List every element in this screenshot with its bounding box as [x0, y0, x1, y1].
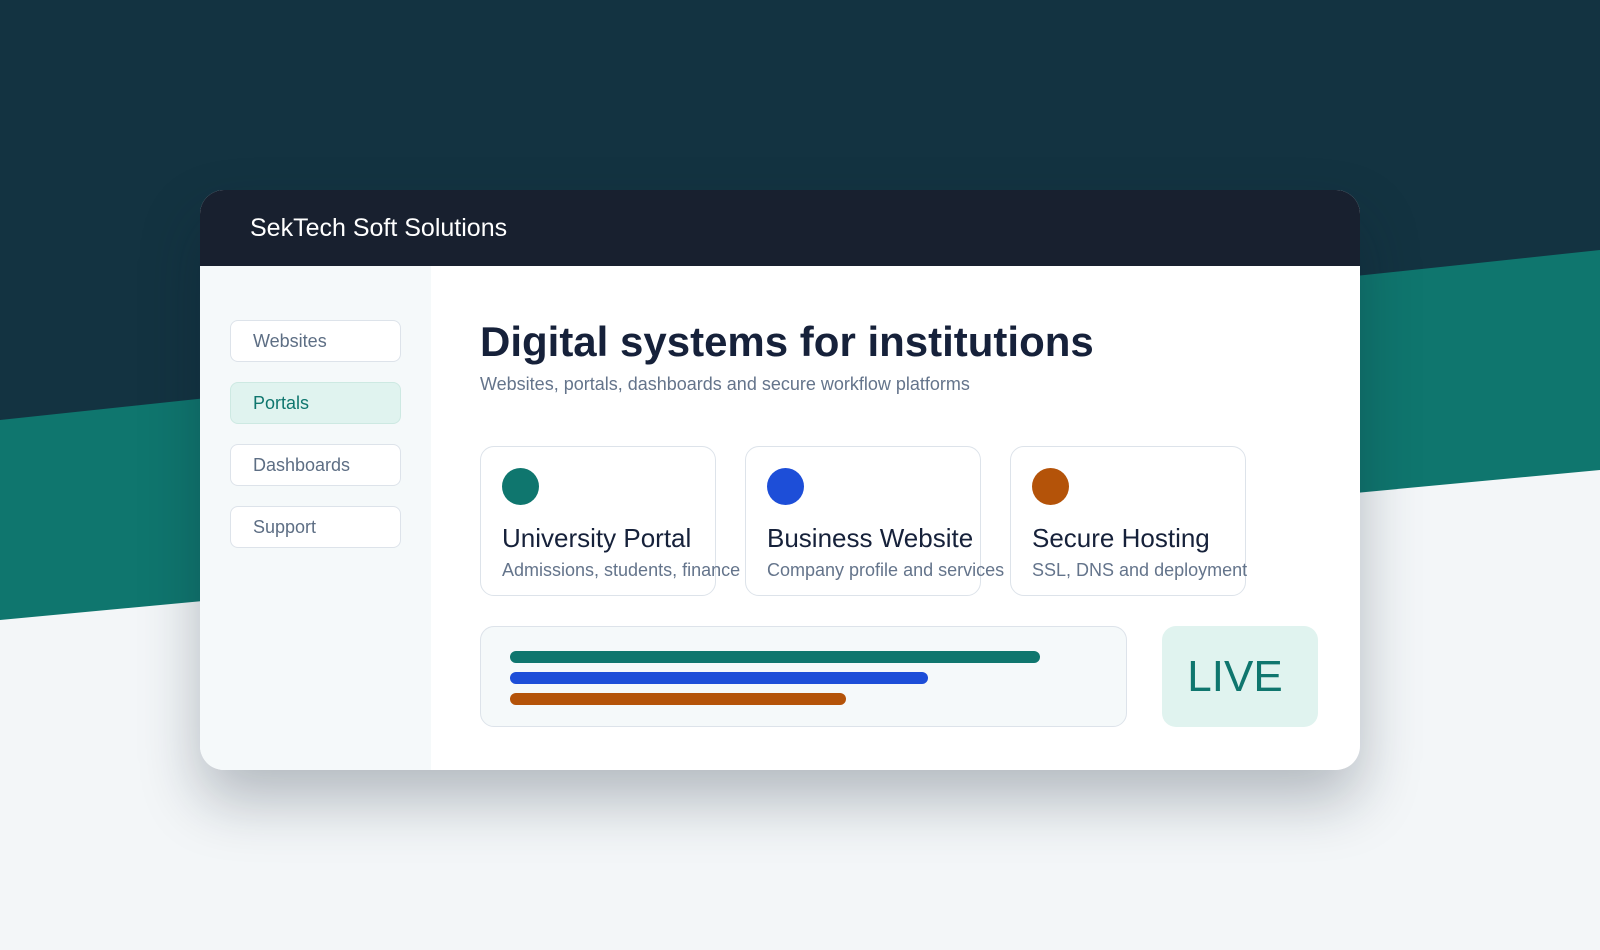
sidebar-item-label: Dashboards	[253, 454, 351, 475]
card-description: Company profile and services	[767, 560, 1005, 580]
page-subtitle: Websites, portals, dashboards and secure…	[480, 374, 970, 394]
progress-bar-orange	[510, 693, 846, 705]
progress-bar-teal	[510, 651, 1040, 663]
card-university-portal[interactable]: University Portal Admissions, students, …	[480, 446, 740, 596]
progress-panel	[480, 626, 1127, 727]
card-description: SSL, DNS and deployment	[1032, 560, 1248, 580]
card-description: Admissions, students, finance	[502, 560, 741, 580]
live-badge: LIVE	[1162, 626, 1318, 727]
teal-dot-icon	[502, 468, 539, 505]
sidebar-item-portals[interactable]: Portals	[230, 382, 401, 424]
card-business-website[interactable]: Business Website Company profile and ser…	[745, 446, 1004, 596]
sidebar-item-support[interactable]: Support	[230, 506, 401, 548]
app-window: SekTech Soft Solutions Websites Portals …	[200, 190, 1360, 770]
sidebar: Websites Portals Dashboards Support	[200, 266, 431, 770]
title-bar: SekTech Soft Solutions	[200, 190, 1360, 266]
orange-dot-icon	[1032, 468, 1069, 505]
sidebar-item-label: Support	[253, 516, 317, 537]
sidebar-item-dashboards[interactable]: Dashboards	[230, 444, 401, 486]
card-secure-hosting[interactable]: Secure Hosting SSL, DNS and deployment	[1010, 446, 1248, 596]
progress-bar-blue	[510, 672, 928, 684]
sidebar-item-websites[interactable]: Websites	[230, 320, 401, 362]
sidebar-item-label: Websites	[253, 330, 327, 351]
live-badge-label: LIVE	[1187, 651, 1283, 701]
page-title: Digital systems for institutions	[480, 318, 1094, 365]
main-content: Digital systems for institutions Website…	[431, 266, 1360, 770]
sidebar-item-label: Portals	[253, 392, 310, 413]
card-title: Business Website	[767, 523, 974, 553]
card-title: University Portal	[502, 523, 692, 553]
app-title: SekTech Soft Solutions	[250, 213, 508, 242]
card-title: Secure Hosting	[1032, 523, 1210, 553]
blue-dot-icon	[767, 468, 804, 505]
